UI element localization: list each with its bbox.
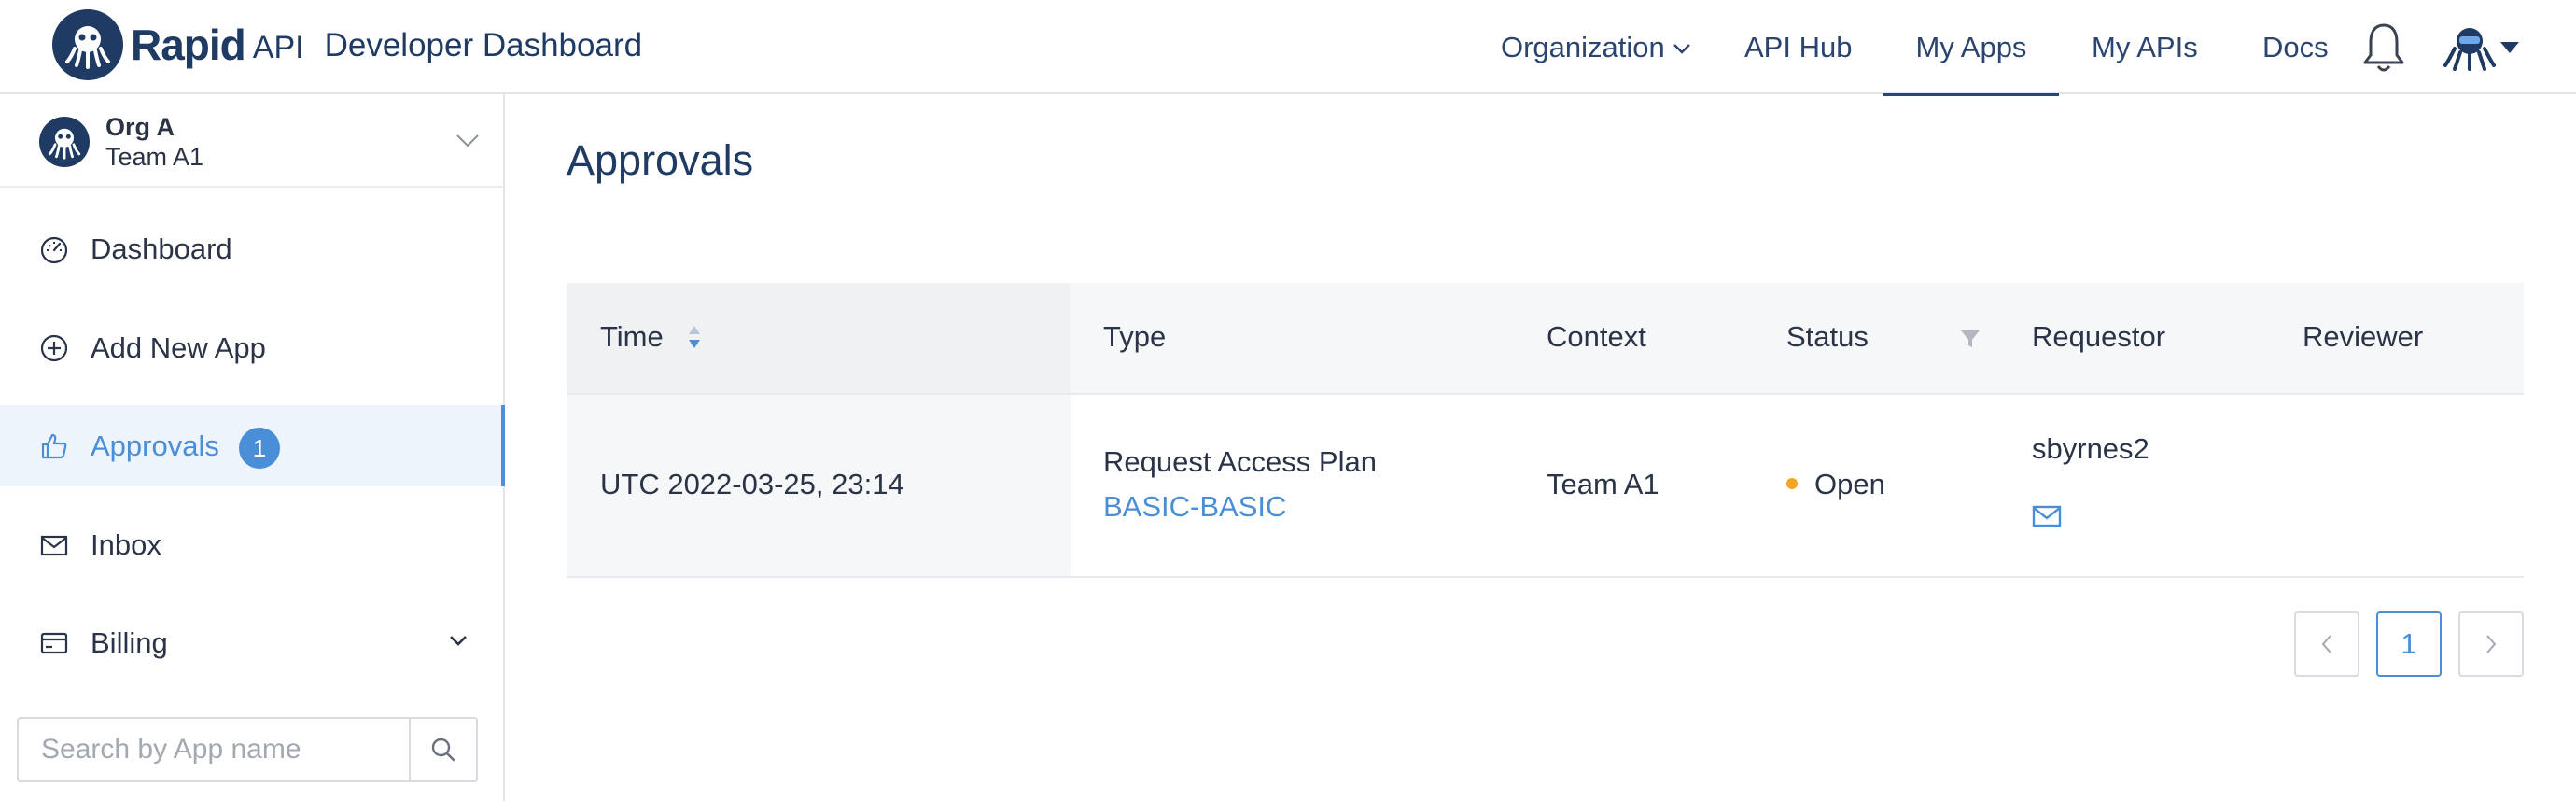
team-name: Team A1 bbox=[105, 143, 204, 171]
nav-docs-label: Docs bbox=[2262, 30, 2329, 63]
chevron-right-icon bbox=[2486, 635, 2497, 653]
plus-circle-icon bbox=[40, 334, 68, 362]
sidebar-item-billing[interactable]: Billing bbox=[0, 602, 503, 683]
octopus-icon bbox=[48, 128, 81, 160]
page-title: Approvals bbox=[567, 136, 754, 184]
search-icon bbox=[431, 738, 455, 762]
sidebar-item-dashboard[interactable]: Dashboard bbox=[0, 208, 503, 289]
column-header-context: Context bbox=[1547, 320, 1646, 353]
top-header: Rapid API Developer Dashboard Organizati… bbox=[0, 0, 2576, 96]
column-header-label: Time bbox=[600, 320, 664, 353]
nav-organization[interactable]: Organization bbox=[1501, 0, 1691, 94]
filter-icon[interactable] bbox=[1959, 328, 1981, 350]
approvals-count-badge: 1 bbox=[239, 428, 280, 469]
cell-context: Team A1 bbox=[1547, 468, 1659, 500]
octopus-logo-icon bbox=[52, 9, 123, 80]
nav-api-hub-label: API Hub bbox=[1744, 30, 1853, 63]
chevron-down-icon bbox=[456, 134, 479, 148]
sidebar-item-inbox[interactable]: Inbox bbox=[0, 504, 503, 585]
nav-my-apps-label: My Apps bbox=[1915, 30, 2027, 63]
app-search bbox=[17, 717, 478, 782]
nav-api-hub[interactable]: API Hub bbox=[1744, 0, 1852, 94]
column-header-status: Status bbox=[1786, 320, 1869, 353]
cell-status: Open bbox=[1786, 468, 1885, 501]
nav-organization-label: Organization bbox=[1501, 30, 1665, 63]
column-header-type: Type bbox=[1103, 320, 1167, 353]
logo-wordmark-rapid: Rapid bbox=[131, 21, 246, 69]
status-label: Open bbox=[1814, 468, 1885, 500]
caret-down-icon bbox=[2500, 41, 2519, 53]
sidebar-item-label: Add New App bbox=[91, 330, 266, 364]
prev-page-button[interactable] bbox=[2294, 611, 2359, 677]
nav-my-apis[interactable]: My APIs bbox=[2092, 0, 2198, 94]
column-header-reviewer: Reviewer bbox=[2303, 320, 2424, 353]
thumbs-up-icon bbox=[41, 433, 67, 459]
sidebar-item-approvals[interactable]: Approvals 1 bbox=[0, 405, 505, 486]
sidebar-item-label: Inbox bbox=[91, 527, 161, 561]
nav-my-apps[interactable]: My Apps bbox=[1883, 0, 2059, 96]
sidebar-item-label: Approvals bbox=[91, 429, 219, 462]
search-input[interactable] bbox=[19, 719, 409, 780]
notifications-button[interactable] bbox=[2361, 0, 2406, 94]
org-name: Org A bbox=[105, 113, 175, 141]
sort-icon bbox=[689, 325, 701, 348]
app-title: Developer Dashboard bbox=[324, 27, 643, 63]
speedometer-icon bbox=[40, 236, 68, 264]
table-row[interactable]: UTC 2022-03-25, 23:14 Request Access Pla… bbox=[567, 395, 2524, 578]
org-switcher[interactable]: Org A Team A1 bbox=[0, 94, 503, 188]
sidebar: Org A Team A1 Dashboard Add New App Appr… bbox=[0, 94, 505, 801]
envelope-icon bbox=[40, 535, 68, 556]
status-open-dot bbox=[1786, 477, 1798, 489]
bell-icon bbox=[2363, 23, 2404, 71]
column-header-requestor: Requestor bbox=[2032, 320, 2166, 353]
plan-link[interactable]: BASIC-BASIC bbox=[1103, 490, 1286, 524]
search-button[interactable] bbox=[409, 719, 476, 780]
logo-wordmark-api: API bbox=[252, 29, 304, 65]
nav-my-apis-label: My APIs bbox=[2092, 30, 2198, 63]
org-avatar bbox=[39, 117, 90, 167]
chevron-down-icon bbox=[450, 636, 467, 646]
octopus-avatar-icon bbox=[2443, 27, 2496, 71]
rapidapi-logo[interactable]: Rapid API Developer Dashboard bbox=[52, 7, 642, 82]
nav-docs[interactable]: Docs bbox=[2262, 0, 2329, 94]
column-header-time[interactable]: Time bbox=[600, 320, 703, 354]
page-1-button[interactable]: 1 bbox=[2376, 611, 2442, 677]
table-header: Time Type Context Status Requestor Revie… bbox=[567, 283, 2524, 395]
chevron-left-icon bbox=[2321, 635, 2331, 653]
user-menu-button[interactable] bbox=[2443, 0, 2520, 94]
next-page-button[interactable] bbox=[2458, 611, 2524, 677]
sidebar-item-label: Dashboard bbox=[91, 232, 232, 265]
sidebar-item-label: Billing bbox=[91, 625, 168, 659]
cell-requestor: sbyrnes2 bbox=[2032, 432, 2149, 465]
chevron-down-icon bbox=[1673, 43, 1690, 54]
email-requestor-icon[interactable] bbox=[2032, 504, 2062, 528]
sidebar-item-add-new-app[interactable]: Add New App bbox=[0, 307, 503, 388]
cell-type: Request Access Plan bbox=[1103, 445, 1377, 478]
cell-time: UTC 2022-03-25, 23:14 bbox=[600, 468, 904, 500]
credit-card-icon bbox=[40, 632, 68, 654]
